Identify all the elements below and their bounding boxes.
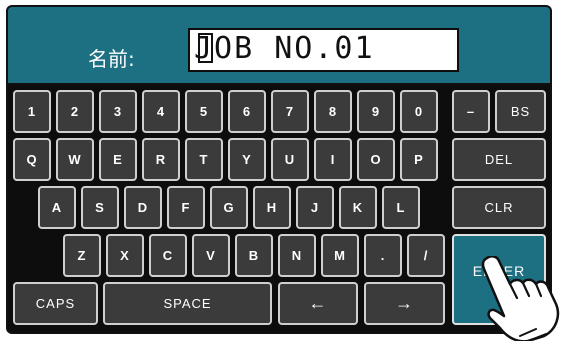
- key-8[interactable]: 8: [314, 90, 352, 133]
- hand-pointer-icon: [481, 256, 560, 341]
- key-t[interactable]: T: [185, 138, 223, 181]
- key-1[interactable]: 1: [13, 90, 51, 133]
- key-7[interactable]: 7: [271, 90, 309, 133]
- key-i[interactable]: I: [314, 138, 352, 181]
- key-4[interactable]: 4: [142, 90, 180, 133]
- key-5[interactable]: 5: [185, 90, 223, 133]
- key-y[interactable]: Y: [228, 138, 266, 181]
- keyboard: 1 2 3 4 5 6 7 8 9 0 – BS Q W E R T Y U I…: [8, 85, 550, 332]
- key-b[interactable]: B: [235, 234, 273, 277]
- key-c[interactable]: C: [149, 234, 187, 277]
- key-g[interactable]: G: [210, 186, 248, 229]
- key-period[interactable]: .: [364, 234, 402, 277]
- key-d[interactable]: D: [124, 186, 162, 229]
- key-m[interactable]: M: [321, 234, 359, 277]
- key-minus[interactable]: –: [452, 90, 490, 133]
- key-n[interactable]: N: [278, 234, 316, 277]
- key-u[interactable]: U: [271, 138, 309, 181]
- key-q[interactable]: Q: [13, 138, 51, 181]
- name-input-value: JOB NO.01: [194, 31, 375, 66]
- key-l[interactable]: L: [382, 186, 420, 229]
- clear-key[interactable]: CLR: [452, 186, 546, 229]
- key-h[interactable]: H: [253, 186, 291, 229]
- key-3[interactable]: 3: [99, 90, 137, 133]
- key-p[interactable]: P: [400, 138, 438, 181]
- key-slash[interactable]: /: [407, 234, 445, 277]
- key-z[interactable]: Z: [63, 234, 101, 277]
- key-v[interactable]: V: [192, 234, 230, 277]
- key-r[interactable]: R: [142, 138, 180, 181]
- key-k[interactable]: K: [339, 186, 377, 229]
- key-f[interactable]: F: [167, 186, 205, 229]
- key-j[interactable]: J: [296, 186, 334, 229]
- space-key[interactable]: SPACE: [103, 282, 272, 325]
- key-e[interactable]: E: [99, 138, 137, 181]
- name-label: 名前:: [88, 47, 135, 71]
- name-input-field[interactable]: JOB NO.01: [188, 28, 459, 72]
- key-9[interactable]: 9: [357, 90, 395, 133]
- key-s[interactable]: S: [81, 186, 119, 229]
- key-x[interactable]: X: [106, 234, 144, 277]
- key-a[interactable]: A: [38, 186, 76, 229]
- backspace-key[interactable]: BS: [495, 90, 546, 133]
- key-0[interactable]: 0: [400, 90, 438, 133]
- dialog-header: 名前: JOB NO.01: [8, 7, 550, 85]
- key-2[interactable]: 2: [56, 90, 94, 133]
- cursor-left-key[interactable]: ←: [278, 282, 358, 325]
- caps-key[interactable]: CAPS: [13, 282, 98, 325]
- key-o[interactable]: O: [357, 138, 395, 181]
- delete-key[interactable]: DEL: [452, 138, 546, 181]
- cursor-right-key[interactable]: →: [364, 282, 445, 325]
- key-6[interactable]: 6: [228, 90, 266, 133]
- key-w[interactable]: W: [56, 138, 94, 181]
